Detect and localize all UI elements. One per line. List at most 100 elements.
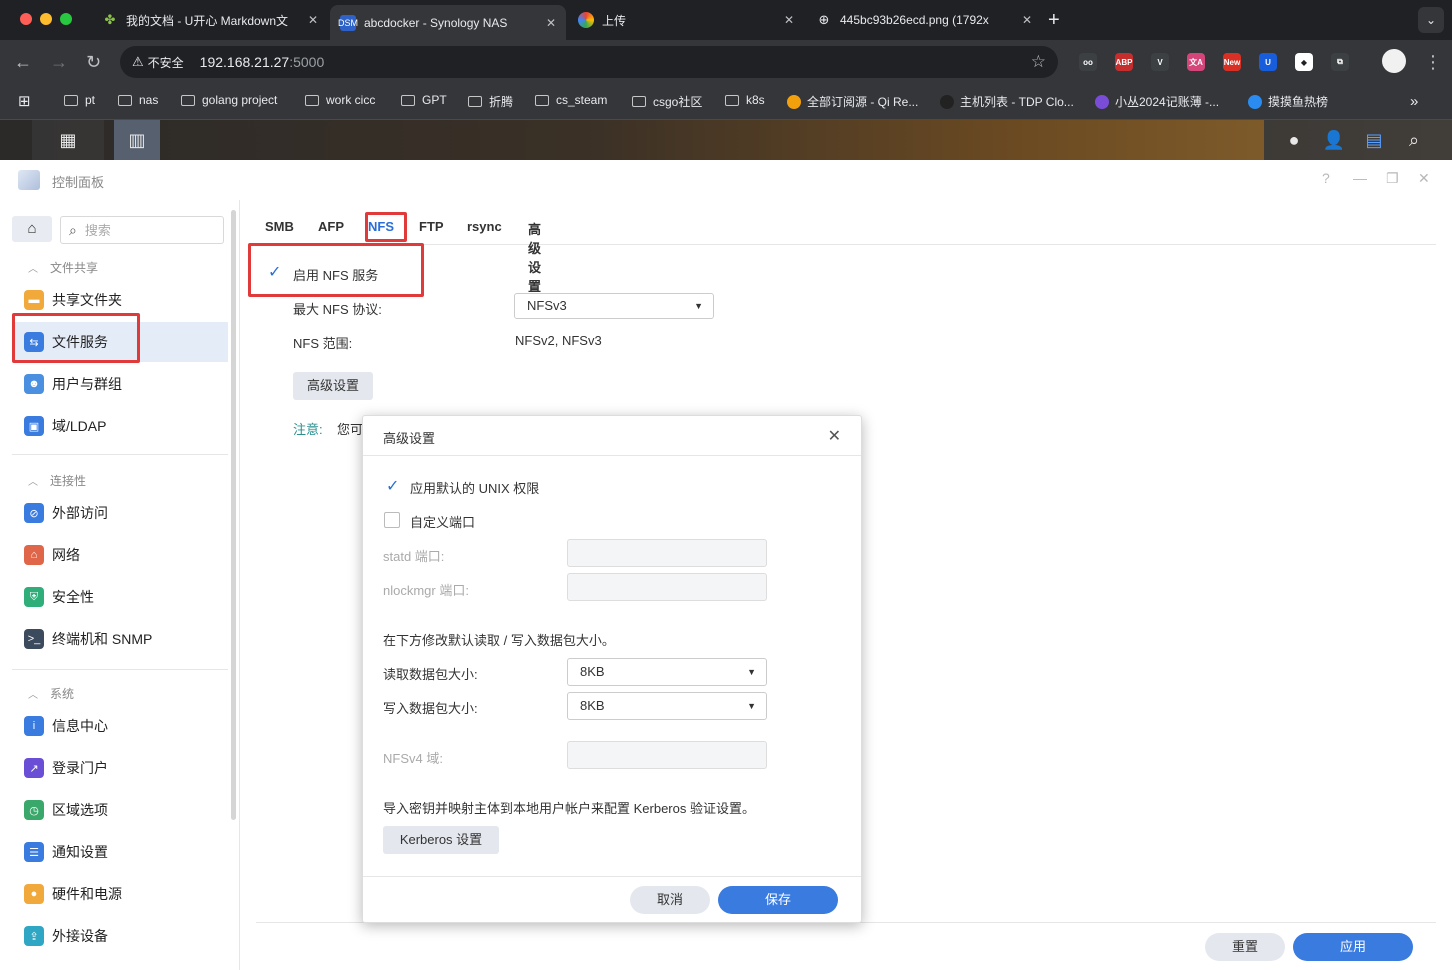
browser-tab-active[interactable]: DSM abcdocker - Synology NAS ✕ bbox=[330, 5, 566, 40]
forward-arrow-icon[interactable]: → bbox=[50, 52, 68, 72]
sidebar-item-external-access[interactable]: ⊘ 外部访问 bbox=[12, 493, 228, 533]
bookmark-folder[interactable]: csgo社区 bbox=[632, 93, 702, 110]
kerberos-settings-button[interactable]: Kerberos 设置 bbox=[383, 826, 499, 854]
profile-avatar[interactable] bbox=[1382, 49, 1406, 73]
sidebar-item-terminal[interactable]: >_ 终端机和 SNMP bbox=[12, 619, 228, 659]
sidebar-item-login-portal[interactable]: ↗ 登录门户 bbox=[12, 748, 228, 788]
bookmark-folder[interactable]: GPT bbox=[401, 93, 447, 107]
statd-port-input[interactable] bbox=[568, 540, 766, 566]
bookmark-folder[interactable]: cs_steam bbox=[535, 93, 607, 107]
restore-icon[interactable]: ❐ bbox=[1386, 170, 1399, 187]
sidebar-item-users[interactable]: ☻ 用户与群组 bbox=[12, 364, 228, 404]
control-panel-taskbar-icon[interactable]: ▥ bbox=[114, 120, 160, 160]
read-packet-size-select[interactable]: 8KB ▼ bbox=[567, 658, 767, 686]
glasses-ext-icon[interactable]: oo bbox=[1079, 53, 1097, 71]
enable-nfs-checkbox[interactable]: ✓ bbox=[266, 264, 282, 281]
browser-menu-icon[interactable]: ⋮ bbox=[1424, 52, 1442, 72]
reset-button[interactable]: 重置 bbox=[1205, 933, 1285, 961]
sidebar-item-security-shield[interactable]: ⛨ 安全性 bbox=[12, 577, 228, 617]
tab-高级设置[interactable]: 高级设置 bbox=[528, 219, 541, 295]
custom-port-checkbox[interactable] bbox=[384, 512, 400, 528]
search-input[interactable] bbox=[84, 222, 205, 238]
security-indicator[interactable]: ⚠ 不安全 bbox=[132, 54, 184, 71]
sidebar-section-header[interactable]: ︿ 连接性 bbox=[28, 472, 86, 489]
save-button[interactable]: 保存 bbox=[718, 886, 838, 914]
nfsv4-domain-input[interactable] bbox=[568, 742, 766, 768]
sidebar-item-shared-folder[interactable]: ▬ 共享文件夹 bbox=[12, 280, 228, 320]
sidebar-section-header[interactable]: ︿ 文件共享 bbox=[28, 259, 98, 276]
vue-ext-icon[interactable]: V bbox=[1151, 53, 1169, 71]
bitwarden-ext-icon[interactable]: U bbox=[1259, 53, 1277, 71]
browser-tab[interactable]: ✤ 我的文档 - U开心 Markdown文 ✕ bbox=[92, 5, 328, 35]
minimize-icon[interactable]: — bbox=[1353, 170, 1367, 186]
home-button[interactable]: ⌂ bbox=[12, 216, 52, 242]
bookmark-link[interactable]: 小丛2024记账薄 -... bbox=[1095, 93, 1219, 110]
sidebar-item-regional-options[interactable]: ◷ 区域选项 bbox=[12, 790, 228, 830]
main-menu-grid-icon[interactable]: ▦ bbox=[32, 120, 104, 160]
user-icon[interactable]: 👤 bbox=[1314, 120, 1354, 160]
bookmark-folder[interactable]: k8s bbox=[725, 93, 765, 107]
max-nfs-protocol-select[interactable]: NFSv3 ▼ bbox=[514, 293, 714, 319]
puzzle-ext-icon[interactable]: ⧉ bbox=[1331, 53, 1349, 71]
back-arrow-icon[interactable]: ← bbox=[14, 52, 32, 72]
sidebar-item-file-services[interactable]: ⇆ 文件服务 bbox=[12, 322, 228, 362]
sidebar-section-header[interactable]: ︿ 系统 bbox=[28, 685, 74, 702]
close-tab-icon[interactable]: ✕ bbox=[1022, 13, 1032, 27]
sidebar-item-info-center[interactable]: i 信息中心 bbox=[12, 706, 228, 746]
apply-button[interactable]: 应用 bbox=[1293, 933, 1413, 961]
tab-smb[interactable]: SMB bbox=[265, 219, 294, 234]
bookmark-folder[interactable]: nas bbox=[118, 93, 158, 107]
help-icon[interactable]: ? bbox=[1322, 170, 1330, 186]
bookmark-link[interactable]: 全部订阅源 - Qi Re... bbox=[787, 93, 918, 110]
widgets-icon[interactable]: ▤ bbox=[1354, 120, 1394, 160]
cancel-button[interactable]: 取消 bbox=[630, 886, 710, 914]
close-tab-icon[interactable]: ✕ bbox=[784, 13, 794, 27]
nlockmgr-port-field[interactable] bbox=[567, 573, 767, 601]
tab-nfs[interactable]: NFS bbox=[368, 219, 394, 234]
close-icon[interactable]: ✕ bbox=[1418, 170, 1430, 187]
abp-ext-icon[interactable]: ABP bbox=[1115, 53, 1133, 71]
tab-ftp[interactable]: FTP bbox=[419, 219, 444, 234]
close-window-button[interactable] bbox=[20, 13, 32, 25]
new-tab-button[interactable]: + bbox=[1048, 9, 1060, 32]
reload-icon[interactable]: ↻ bbox=[86, 52, 101, 72]
close-icon[interactable]: ✕ bbox=[828, 426, 841, 446]
close-tab-icon[interactable]: ✕ bbox=[546, 16, 556, 30]
bookmark-folder[interactable]: pt bbox=[64, 93, 95, 107]
statd-port-field[interactable] bbox=[567, 539, 767, 567]
bookmark-folder[interactable]: work cicc bbox=[305, 93, 375, 107]
sidebar-item-notification[interactable]: ☰ 通知设置 bbox=[12, 832, 228, 872]
tab-rsync[interactable]: rsync bbox=[467, 219, 502, 234]
address-bar[interactable]: ⚠ 不安全 192.168.21.27:5000 ☆ bbox=[120, 46, 1058, 78]
search-box[interactable]: ⌕ bbox=[60, 216, 224, 244]
close-tab-icon[interactable]: ✕ bbox=[308, 13, 318, 27]
tab-search-button[interactable]: ⌄ bbox=[1418, 7, 1444, 33]
minimize-window-button[interactable] bbox=[40, 13, 52, 25]
apps-grid-icon[interactable]: ⊞ bbox=[18, 92, 31, 110]
browser-tab[interactable]: ⊕ 445bc93b26ecd.png (1792x ✕ bbox=[806, 5, 1042, 35]
cube-ext-icon[interactable]: ◆ bbox=[1295, 53, 1313, 71]
nlockmgr-port-input[interactable] bbox=[568, 574, 766, 600]
bookmark-link[interactable]: 主机列表 - TDP Clo... bbox=[940, 93, 1074, 110]
write-packet-size-select[interactable]: 8KB ▼ bbox=[567, 692, 767, 720]
translate-ext-icon[interactable]: 文A bbox=[1187, 53, 1205, 71]
chat-icon[interactable]: ● bbox=[1274, 120, 1314, 160]
bookmark-star-icon[interactable]: ☆ bbox=[1031, 52, 1046, 72]
nfsv4-domain-field[interactable] bbox=[567, 741, 767, 769]
bookmark-link[interactable]: 摸摸鱼热榜 bbox=[1248, 93, 1328, 110]
sidebar-item-hardware-power[interactable]: ● 硬件和电源 bbox=[12, 874, 228, 914]
more-bookmarks-icon[interactable]: » bbox=[1410, 93, 1418, 110]
browser-tab[interactable]: 上传 ✕ bbox=[568, 5, 804, 35]
apply-unix-permissions-checkbox[interactable]: ✓ bbox=[384, 478, 400, 495]
maximize-window-button[interactable] bbox=[60, 13, 72, 25]
sidebar-scrollbar[interactable] bbox=[231, 210, 236, 820]
search-icon[interactable]: ⌕ bbox=[1394, 120, 1434, 160]
bookmark-folder[interactable]: 折腾 bbox=[468, 93, 513, 110]
bookmark-folder[interactable]: golang project bbox=[181, 93, 277, 107]
sidebar-item-network[interactable]: ⌂ 网络 bbox=[12, 535, 228, 575]
sidebar-item-external-devices[interactable]: ⇪ 外接设备 bbox=[12, 916, 228, 956]
sidebar-item-domain[interactable]: ▣ 域/LDAP bbox=[12, 406, 228, 446]
nfs-advanced-settings-button[interactable]: 高级设置 bbox=[293, 372, 373, 400]
tab-afp[interactable]: AFP bbox=[318, 219, 344, 234]
new-ext-icon[interactable]: New bbox=[1223, 53, 1241, 71]
